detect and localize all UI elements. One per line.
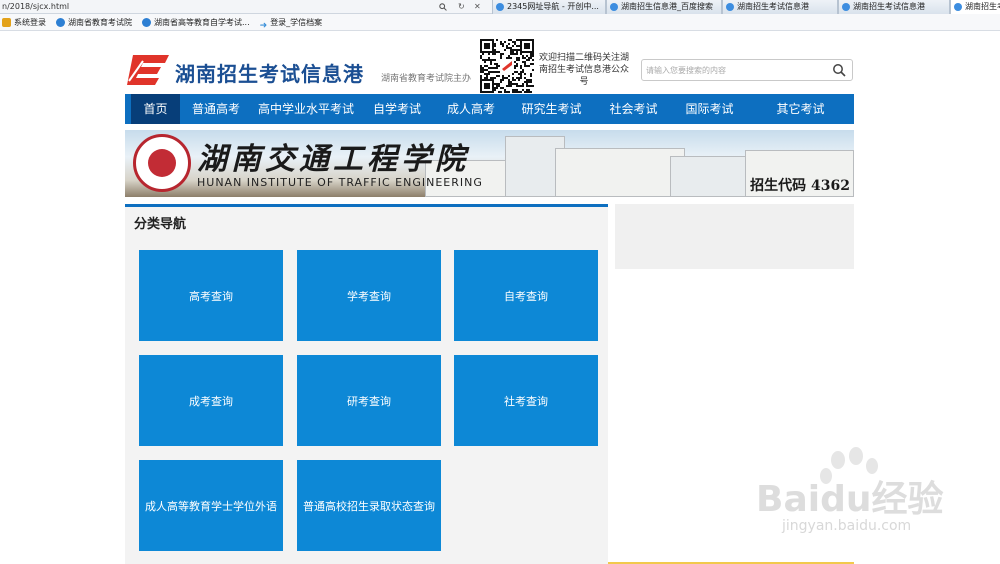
main-nav: 首页 普通高考 高中学业水平考试 自学考试 成人高考 研究生考试 社会考试 国际考试 其它考试 [125,94,854,124]
school-banner: 湖南交通工程学院 HUNAN INSTITUTE OF TRAFFIC ENGI… [125,130,854,197]
page-icon [842,3,850,11]
tab-label: 湖南招生信息港_百度搜索 [621,2,713,11]
page-icon [726,3,734,11]
folder-icon [2,17,11,27]
nav-item[interactable]: 成人高考 [434,94,508,124]
site-logo-text[interactable]: 湖南招生考试信息港 [175,58,364,87]
banner-title: 湖南交通工程学院 [197,142,469,177]
logo-icon[interactable] [125,51,170,89]
category-tile[interactable]: 研考查询 [297,355,441,446]
nav-item[interactable]: 普通高考 [180,94,252,124]
nav-item[interactable]: 国际考试 [672,94,747,124]
tab-label: 2345网址导航 - 开创中... [507,2,599,11]
panel-title: 分类导航 [134,217,187,232]
page: 湖南招生考试信息港 湖南省教育考试院主办 欢迎扫描二维码关注湖南招生考试信息港公… [0,31,1000,564]
qr-caption: 欢迎扫描二维码关注湖南招生考试信息港公众号 [538,53,629,87]
browser-tab[interactable]: 湖南招生信息港_百度搜索 [606,0,722,14]
favorite-link[interactable]: ➜ 登录_学信档案 [259,14,323,31]
search-icon[interactable] [439,3,447,11]
nav-item[interactable]: 社会考试 [595,94,672,124]
category-tile[interactable]: 普通高校招生录取状态查询 [297,460,441,551]
nav-item[interactable]: 其它考试 [747,94,854,124]
banner-subtitle: HUNAN INSTITUTE OF TRAFFIC ENGINEERING [197,176,483,189]
favorite-label: 登录_学信档案 [270,17,323,27]
nav-item[interactable]: 高中学业水平考试 [252,94,360,124]
search-box[interactable] [641,59,853,81]
category-tile[interactable]: 学考查询 [297,250,441,341]
side-box [615,204,854,269]
nav-item[interactable]: 首页 [131,94,180,124]
watermark-url: jingyan.baidu.com [782,518,912,534]
close-icon[interactable]: ✕ [474,0,481,13]
qr-code [480,39,534,93]
category-tile[interactable]: 自考查询 [454,250,598,341]
browser-tab[interactable]: 湖南招生考试信息港 [838,0,950,14]
watermark-brand: Baidu经验 [756,479,944,520]
arrow-icon: ➜ [259,20,268,31]
nav-item[interactable]: 研究生考试 [508,94,595,124]
page-icon [496,3,504,11]
baidu-watermark: Baidu经验 jingyan.baidu.com [756,447,986,544]
category-tile[interactable]: 成人高等教育学士学位外语 [139,460,283,551]
host-org: 湖南省教育考试院主办 [381,74,472,84]
admission-code: 招生代码 4362 [750,178,850,194]
address-url[interactable]: n/2018/sjcx.html [2,0,69,13]
ie-icon [142,17,151,27]
school-emblem-icon [133,134,191,192]
tab-label: 湖南招生考试 [965,2,1000,11]
browser-tab[interactable]: 湖南招生考试 [950,0,1000,14]
favorite-label: 系统登录 [14,17,46,27]
search-input[interactable] [646,63,826,77]
favorite-label: 湖南省高等教育自学考试... [154,17,250,27]
ie-icon [56,17,65,27]
refresh-icon[interactable]: ↻ [458,0,465,13]
browser-tab[interactable]: 湖南招生考试信息港 [722,0,838,14]
category-nav-panel: 分类导航 高考查询 学考查询 自考查询成考查询 研考查询 社考查询成人高等教育学士学位外… [125,204,608,564]
browser-tabs: 2345网址导航 - 开创中... 湖南招生信息港_百度搜索 湖南招生考试信息港 湖南… [492,0,1000,14]
search-icon[interactable] [832,63,846,77]
favorite-label: 湖南省教育考试院 [68,17,132,27]
tab-label: 湖南招生考试信息港 [737,2,809,11]
category-tile[interactable]: 成考查询 [139,355,283,446]
page-icon [954,3,962,11]
page-icon [610,3,618,11]
tab-label: 湖南招生考试信息港 [853,2,925,11]
browser-address-bar[interactable]: n/2018/sjcx.html ↻ ✕ 2345网址导航 - 开创中... 湖南… [0,0,1000,14]
favorite-link[interactable]: 湖南省教育考试院 [56,14,132,30]
favorite-link[interactable]: 湖南省高等教育自学考试... [142,14,250,30]
category-tile[interactable]: 高考查询 [139,250,283,341]
favorites-bar: 系统登录 湖南省教育考试院 湖南省高等教育自学考试... ➜ 登录_学信档案 [0,14,1000,31]
favorite-link[interactable]: 系统登录 [2,14,46,30]
browser-tab[interactable]: 2345网址导航 - 开创中... [492,0,606,14]
category-tile[interactable]: 社考查询 [454,355,598,446]
address-tools[interactable]: ↻ ✕ [436,0,492,14]
nav-item[interactable]: 自学考试 [360,94,434,124]
